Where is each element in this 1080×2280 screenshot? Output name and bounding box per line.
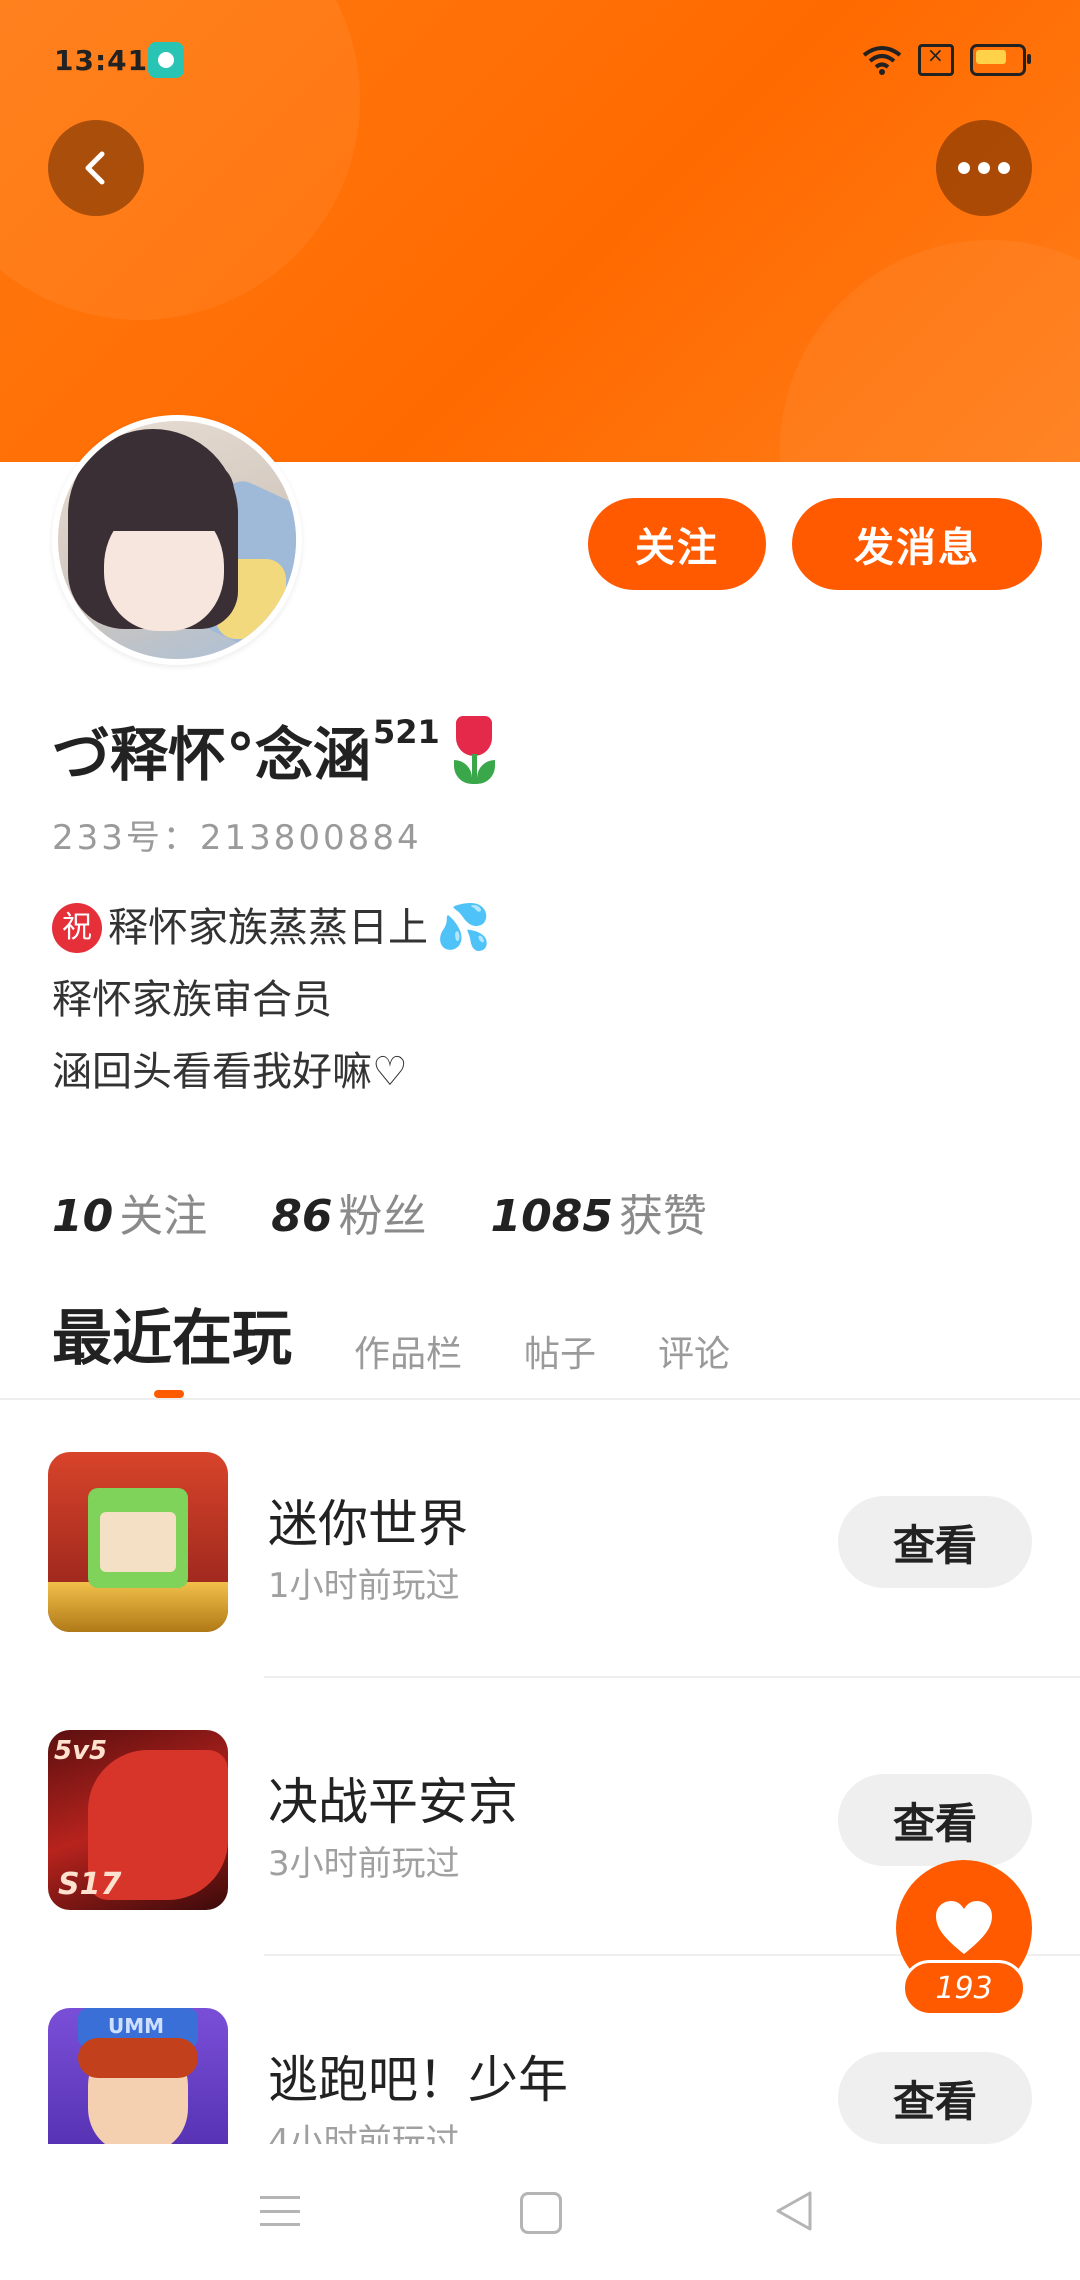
likes-label: 获赞 bbox=[618, 1191, 707, 1242]
game-icon-tag: 5v5 bbox=[54, 1736, 108, 1766]
sweat-drops-icon: 💦 bbox=[436, 902, 491, 953]
battery-icon bbox=[970, 44, 1031, 76]
tulip-icon bbox=[450, 716, 498, 784]
fans-count: 86 bbox=[271, 1191, 333, 1242]
recent-apps-icon[interactable] bbox=[260, 2196, 300, 2226]
likes-stat[interactable]: 1085 获赞 bbox=[490, 1180, 706, 1244]
active-tab-indicator bbox=[154, 1390, 184, 1398]
profile-name: づ释怀°念涵 521 bbox=[52, 708, 498, 792]
bio-line-2: 释怀家族审合员 bbox=[52, 977, 332, 1023]
status-time: 13:41 bbox=[54, 44, 149, 77]
profile-bio: 祝 释怀家族蒸蒸日上 💦 释怀家族审合员 涵回头看看我好嘛♡ bbox=[52, 892, 491, 1108]
game-title: 迷你世界 bbox=[268, 1495, 468, 1553]
profile-tabs: 最近在玩 作品栏 帖子 评论 bbox=[52, 1290, 730, 1377]
game-icon-mini-world bbox=[48, 1452, 228, 1632]
profile-banner: 13:41 bbox=[0, 0, 1080, 462]
no-sim-icon bbox=[918, 43, 954, 76]
game-icon-season: S17 bbox=[58, 1867, 122, 1902]
tab-posts[interactable]: 帖子 bbox=[524, 1325, 596, 1377]
fans-label: 粉丝 bbox=[338, 1191, 427, 1242]
back-triangle-icon[interactable] bbox=[774, 2190, 814, 2232]
game-title: 决战平安京 bbox=[268, 1773, 518, 1831]
back-button[interactable] bbox=[48, 120, 144, 216]
following-stat[interactable]: 10 关注 bbox=[52, 1180, 207, 1244]
following-label: 关注 bbox=[119, 1191, 208, 1242]
congrats-badge-icon: 祝 bbox=[52, 903, 102, 953]
following-count: 10 bbox=[52, 1191, 114, 1242]
follow-button[interactable]: 关注 bbox=[588, 498, 766, 590]
tab-recent-played[interactable]: 最近在玩 bbox=[52, 1290, 292, 1377]
profile-name-text: づ释怀°念涵 bbox=[52, 721, 372, 789]
status-bar: 13:41 bbox=[54, 42, 1031, 84]
home-icon[interactable] bbox=[520, 2192, 562, 2234]
more-horizontal-icon bbox=[958, 162, 1010, 174]
fans-stat[interactable]: 86 粉丝 bbox=[271, 1180, 426, 1244]
likes-count: 1085 bbox=[490, 1191, 613, 1242]
notification-app-icon bbox=[148, 42, 184, 78]
status-icons bbox=[862, 43, 1031, 76]
profile-name-suffix: 521 bbox=[373, 713, 440, 751]
avatar[interactable] bbox=[52, 415, 302, 665]
view-button[interactable]: 查看 bbox=[838, 2052, 1032, 2144]
send-message-button[interactable]: 发消息 bbox=[792, 498, 1042, 590]
tab-works[interactable]: 作品栏 bbox=[354, 1325, 462, 1377]
chevron-left-icon bbox=[85, 151, 105, 185]
profile-stats: 10 关注 86 粉丝 1085 获赞 bbox=[52, 1180, 707, 1244]
bio-line-3: 涵回头看看我好嘛♡ bbox=[52, 1049, 408, 1095]
game-played-time: 3小时前玩过 bbox=[268, 1844, 460, 1884]
game-icon-tag: UMM bbox=[108, 2014, 165, 2038]
view-button[interactable]: 查看 bbox=[838, 1774, 1032, 1866]
user-id: 233号：213800884 bbox=[52, 818, 422, 858]
view-button[interactable]: 查看 bbox=[838, 1496, 1032, 1588]
game-icon-onmyoji-arena: 5v5 S17 bbox=[48, 1730, 228, 1910]
game-title: 逃跑吧！少年 bbox=[268, 2051, 568, 2109]
wifi-icon bbox=[862, 46, 902, 75]
banner-decoration bbox=[780, 240, 1080, 462]
list-item[interactable]: 迷你世界 1小时前玩过 查看 bbox=[0, 1400, 1080, 1678]
heart-icon bbox=[936, 1901, 992, 1954]
game-played-time: 1小时前玩过 bbox=[268, 1566, 460, 1606]
system-nav-bar bbox=[0, 2144, 1080, 2280]
like-count-badge: 193 bbox=[902, 1960, 1026, 2016]
bio-line-1: 释怀家族蒸蒸日上 bbox=[108, 905, 428, 951]
more-button[interactable] bbox=[936, 120, 1032, 216]
tab-comments[interactable]: 评论 bbox=[658, 1325, 730, 1377]
